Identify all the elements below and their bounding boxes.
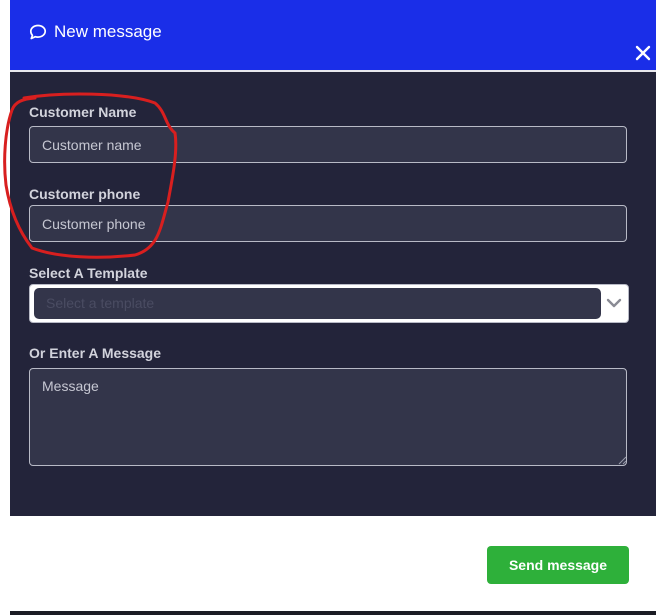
template-select[interactable]: Select a template [29, 284, 629, 323]
close-button[interactable] [632, 42, 654, 64]
customer-name-label: Customer Name [29, 104, 137, 120]
chat-bubble-icon [29, 24, 47, 40]
send-message-button[interactable]: Send message [487, 546, 629, 584]
modal-header: New message [10, 0, 656, 70]
message-label: Or Enter A Message [29, 345, 162, 361]
chevron-down-icon[interactable] [606, 295, 622, 311]
template-label: Select A Template [29, 265, 148, 281]
customer-phone-label: Customer phone [29, 186, 141, 202]
template-select-placeholder[interactable]: Select a template [34, 288, 601, 319]
resize-handle-icon[interactable] [617, 455, 627, 465]
customer-name-input[interactable] [29, 126, 627, 163]
close-icon[interactable] [635, 45, 651, 61]
form-panel: Customer Name Customer phone Select A Te… [10, 72, 656, 516]
modal-title: New message [54, 22, 162, 41]
message-textarea[interactable] [29, 368, 627, 466]
bottom-bar [10, 611, 656, 615]
customer-phone-input[interactable] [29, 205, 627, 242]
